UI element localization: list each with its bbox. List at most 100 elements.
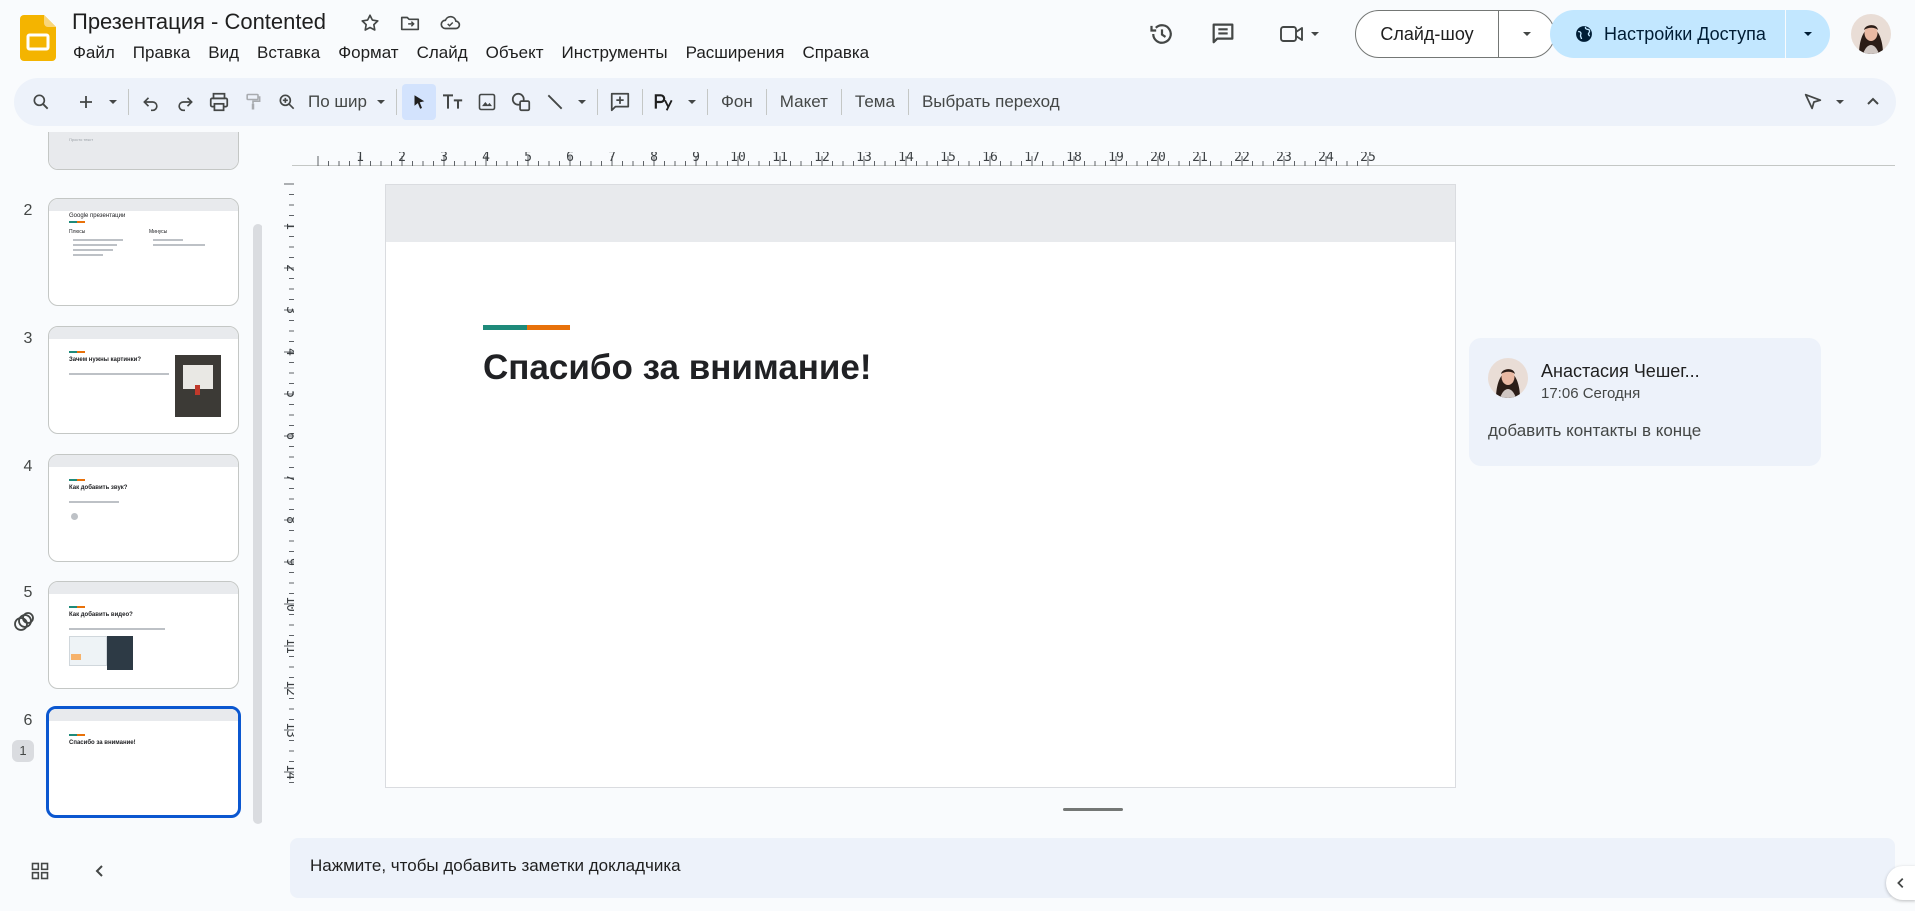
comment-text: добавить контакты в конце	[1488, 421, 1702, 440]
text-box-button[interactable]	[436, 84, 470, 120]
ruler-label: 15	[940, 152, 956, 165]
collapse-menus-button[interactable]	[1856, 84, 1890, 120]
slide-thumbnail-3[interactable]: Зачем нужны картинки?	[48, 326, 239, 434]
ruler-label: 21	[1192, 152, 1208, 165]
horizontal-ruler[interactable]: 1 2 3 4 5 6 7 8 9 10 11 12 13 14 15 16 17 18 19 20 21 22 23 24 2…	[292, 152, 1895, 166]
comment-card[interactable]: Анастасия Чешег... 17:06 Сегодня добавит…	[1469, 338, 1821, 466]
editing-mode-button[interactable]	[1796, 84, 1830, 120]
theme-button[interactable]: Тема	[847, 84, 903, 120]
undo-icon	[143, 97, 158, 112]
account-avatar[interactable]	[1851, 14, 1891, 54]
linked-objects-icon[interactable]	[12, 610, 36, 634]
layout-button[interactable]: Макет	[772, 84, 836, 120]
side-panel-toggle-icon[interactable]	[1886, 866, 1915, 900]
select-tool-button[interactable]	[402, 84, 436, 120]
transition-button[interactable]: Выбрать переход	[914, 84, 1068, 120]
ruler-label: 7	[283, 474, 294, 482]
thumb-title: Зачем нужны картинки?	[69, 357, 142, 363]
menu-extensions[interactable]: Расширения	[677, 42, 794, 64]
collapse-filmstrip-icon[interactable]	[82, 853, 118, 889]
version-history-icon[interactable]	[1142, 14, 1182, 54]
share-dropdown-button[interactable]	[1786, 28, 1830, 40]
redo-button[interactable]	[168, 84, 202, 120]
ruler-label: 4	[283, 348, 294, 356]
menu-slide[interactable]: Слайд	[408, 42, 477, 64]
comments-icon[interactable]	[1203, 14, 1243, 54]
input-tools-button[interactable]	[648, 84, 682, 120]
divider	[597, 89, 598, 115]
menu-edit[interactable]: Правка	[124, 42, 199, 64]
print-icon	[209, 92, 229, 112]
menu-tools[interactable]: Инструменты	[553, 42, 677, 64]
star-icon[interactable]	[357, 10, 383, 36]
share-button[interactable]: Настройки Доступа	[1550, 24, 1785, 45]
speaker-notes[interactable]: Нажмите, чтобы добавить заметки докладчи…	[290, 838, 1895, 898]
slide-thumbnail-2[interactable]: Google презентации Плюсы Минусы	[48, 198, 239, 306]
zoom-button[interactable]	[270, 84, 304, 120]
document-title[interactable]: Презентация - Contented	[72, 9, 326, 35]
line-dropdown[interactable]	[572, 84, 592, 120]
zoom-value: По шир	[308, 92, 367, 111]
toolbar: По шир Фон Макет Тема Выбрать переход	[14, 78, 1896, 126]
grid-view-icon[interactable]	[22, 853, 58, 889]
input-tools-dropdown[interactable]	[682, 84, 702, 120]
comment-author: Анастасия Чешег...	[1541, 361, 1700, 381]
slide-canvas[interactable]: Спасибо за внимание!	[385, 184, 1456, 788]
ruler-label: 6	[283, 432, 294, 440]
paint-format-button[interactable]	[236, 84, 270, 120]
slide-thumbnail-6[interactable]: Спасибо за внимание!	[46, 706, 241, 818]
comment-count-badge[interactable]: 1	[12, 740, 34, 762]
filmstrip-scrollbar[interactable]	[253, 224, 262, 824]
notes-resize-handle[interactable]	[1063, 808, 1123, 811]
slide-thumbnail-1[interactable]: Просто текст	[48, 132, 239, 170]
search-menus-button[interactable]	[24, 84, 58, 120]
slide-thumbnail-5[interactable]: Как добавить видео?	[48, 581, 239, 689]
slide-title[interactable]: Спасибо за внимание!	[483, 348, 872, 388]
ruler-label: 12	[814, 152, 830, 165]
cloud-saved-icon[interactable]	[437, 10, 463, 36]
ruler-label: 17	[1024, 152, 1040, 165]
new-slide-button[interactable]	[69, 84, 103, 120]
add-comment-button[interactable]	[603, 84, 637, 120]
menu-help[interactable]: Справка	[793, 42, 878, 64]
menu-object[interactable]: Объект	[477, 42, 553, 64]
line-button[interactable]	[538, 84, 572, 120]
add-comment-icon	[610, 92, 630, 112]
chevron-down-icon	[688, 100, 696, 104]
move-to-folder-icon[interactable]	[397, 10, 423, 36]
thumb-text: Плюсы	[69, 229, 86, 235]
slides-logo-icon[interactable]	[20, 15, 56, 61]
ruler-label: 25	[1360, 152, 1376, 165]
print-button[interactable]	[202, 84, 236, 120]
insert-image-button[interactable]	[470, 84, 504, 120]
background-button[interactable]: Фон	[713, 84, 761, 120]
vertical-ruler[interactable]: 1234567891011121314	[280, 160, 294, 788]
ruler-label: 5	[283, 390, 294, 398]
slide-header-band	[386, 185, 1455, 242]
ruler-label: 5	[524, 152, 532, 165]
slide-thumbnail-4[interactable]: Как добавить звук?	[48, 454, 239, 562]
new-slide-layout-dropdown[interactable]	[103, 84, 123, 120]
undo-button[interactable]	[134, 84, 168, 120]
meet-video-button[interactable]	[1270, 14, 1330, 54]
chevron-down-icon	[1836, 100, 1844, 104]
shape-button[interactable]	[504, 84, 538, 120]
ruler-label: 23	[1276, 152, 1292, 165]
chevron-down-icon	[109, 100, 117, 104]
menu-insert[interactable]: Вставка	[248, 42, 329, 64]
cursor-arrow-icon	[414, 95, 425, 109]
editing-mode-dropdown[interactable]	[1830, 84, 1850, 120]
divider	[907, 89, 909, 115]
ruler-label: 7	[608, 152, 616, 165]
menu-view[interactable]: Вид	[199, 42, 248, 64]
menu-file[interactable]: Файл	[64, 42, 124, 64]
thumb-title: Как добавить звук?	[69, 485, 128, 491]
slideshow-dropdown-button[interactable]	[1499, 28, 1554, 40]
zoom-select[interactable]: По шир	[304, 84, 391, 120]
slideshow-button[interactable]: Слайд-шоу	[1356, 24, 1498, 45]
thumb-text: Просто текст	[69, 137, 94, 142]
ruler-label: 20	[1150, 152, 1166, 165]
thumb-photo	[175, 355, 221, 417]
menu-format[interactable]: Формат	[329, 42, 407, 64]
ruler-label: 8	[650, 152, 658, 165]
